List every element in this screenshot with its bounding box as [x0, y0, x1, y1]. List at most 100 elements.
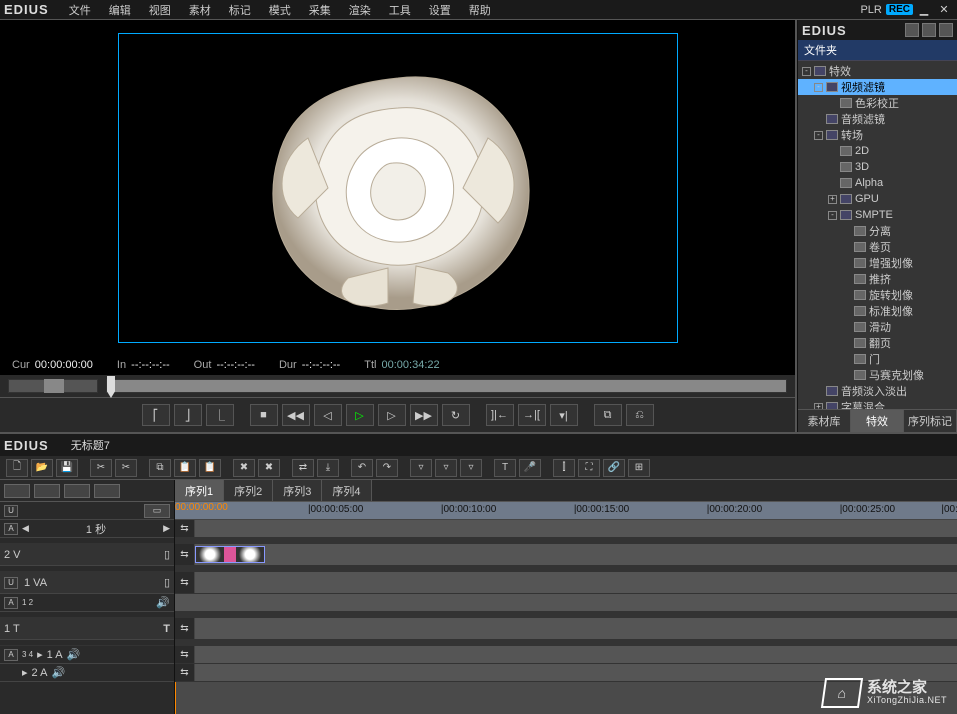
- track-lock-icon[interactable]: ⇆: [175, 664, 195, 681]
- tc-dur[interactable]: --:--:--:--: [302, 359, 340, 371]
- play-button[interactable]: ▷: [346, 404, 374, 426]
- seq-tab-4[interactable]: 序列4: [322, 480, 371, 501]
- set-in-button[interactable]: ⎡: [142, 404, 170, 426]
- menu-tools[interactable]: 工具: [381, 0, 419, 20]
- track-lock-icon[interactable]: ⇆: [175, 646, 195, 663]
- link-button[interactable]: 🔗: [603, 459, 625, 477]
- del-cut-button[interactable]: ✖: [233, 459, 255, 477]
- insert-button[interactable]: ⤓: [317, 459, 339, 477]
- loop-button[interactable]: ↻: [442, 404, 470, 426]
- menu-render[interactable]: 渲染: [341, 0, 379, 20]
- scale-fit-button[interactable]: ▭: [144, 504, 170, 518]
- preview-viewer[interactable]: [0, 20, 795, 355]
- tab-effects[interactable]: 特效: [851, 410, 904, 432]
- tree-item[interactable]: 标准划像: [798, 303, 957, 319]
- playhead-handle[interactable]: [107, 376, 115, 398]
- track-2a-lane[interactable]: ⇆: [175, 664, 957, 682]
- panel-pin-icon[interactable]: [922, 23, 936, 37]
- tree-item[interactable]: 音频滤镜: [798, 111, 957, 127]
- new-button[interactable]: 🗋: [6, 459, 28, 477]
- prev-edit-button[interactable]: ]|←: [486, 404, 514, 426]
- menu-marker[interactable]: 标记: [221, 0, 259, 20]
- menu-clip[interactable]: 素材: [181, 0, 219, 20]
- tree-item[interactable]: -特效: [798, 63, 957, 79]
- stop-button[interactable]: ■: [250, 404, 278, 426]
- tree-item[interactable]: 卷页: [798, 239, 957, 255]
- tree-toggle-icon[interactable]: +: [828, 195, 837, 204]
- panel-layout-icon[interactable]: [905, 23, 919, 37]
- tree-item[interactable]: 翻页: [798, 335, 957, 351]
- clear-inout-button[interactable]: ⎿: [206, 404, 234, 426]
- tree-item[interactable]: 马赛克划像: [798, 367, 957, 383]
- track-tool-4[interactable]: [94, 484, 120, 498]
- marker-t-button[interactable]: ▿: [460, 459, 482, 477]
- minimize-button[interactable]: ▁: [915, 3, 933, 17]
- track-1a-lane[interactable]: ⇆: [175, 646, 957, 664]
- track-2v-header[interactable]: 2 V ▯: [0, 544, 174, 566]
- patch-a12[interactable]: A: [4, 597, 18, 609]
- seq-tab-2[interactable]: 序列2: [224, 480, 273, 501]
- speaker-icon[interactable]: 🔊: [156, 596, 170, 609]
- track-1va-header[interactable]: U 1 VA ▯: [0, 572, 174, 594]
- title-button[interactable]: T: [494, 459, 516, 477]
- patch-u[interactable]: U: [4, 577, 18, 589]
- tree-toggle-icon[interactable]: -: [802, 67, 811, 76]
- tree-item[interactable]: 色彩校正: [798, 95, 957, 111]
- tree-item[interactable]: 滑动: [798, 319, 957, 335]
- zoom-slider[interactable]: [8, 379, 98, 393]
- time-ruler[interactable]: 00:00:00:00 |00:00:05:00 |00:00:10:00 |0…: [175, 502, 957, 520]
- match-frame-button[interactable]: ⧉: [594, 404, 622, 426]
- marker-a-button[interactable]: ▿: [435, 459, 457, 477]
- menu-mode[interactable]: 模式: [261, 0, 299, 20]
- audio-patch-badge[interactable]: A: [4, 523, 18, 535]
- ffwd-button[interactable]: ▶▶: [410, 404, 438, 426]
- tc-out[interactable]: --:--:--:--: [216, 359, 254, 371]
- next-edit-button[interactable]: →|[: [518, 404, 546, 426]
- replace-button[interactable]: ⇄: [292, 459, 314, 477]
- tree-item[interactable]: -SMPTE: [798, 207, 957, 223]
- paste-attr-button[interactable]: 📋: [199, 459, 221, 477]
- tc-ttl[interactable]: 00:00:34:22: [382, 359, 440, 371]
- track-lock-icon[interactable]: ⇆: [175, 544, 195, 565]
- menu-settings[interactable]: 设置: [421, 0, 459, 20]
- goto-marker-button[interactable]: ▾|: [550, 404, 578, 426]
- seq-tab-1[interactable]: 序列1: [175, 480, 224, 501]
- menu-help[interactable]: 帮助: [461, 0, 499, 20]
- del-gap-button[interactable]: ✖: [258, 459, 280, 477]
- scrub-bar[interactable]: [106, 379, 787, 393]
- next-frame-button[interactable]: ▷: [378, 404, 406, 426]
- tree-toggle-icon[interactable]: -: [814, 131, 823, 140]
- tree-item[interactable]: 音频淡入淡出: [798, 383, 957, 399]
- track-1t-header[interactable]: 1 T T: [0, 618, 174, 640]
- tree-item[interactable]: 旋转划像: [798, 287, 957, 303]
- tree-item[interactable]: +字幕混合: [798, 399, 957, 409]
- undo-button[interactable]: ↶: [351, 459, 373, 477]
- track-1t-lane[interactable]: ⇆: [175, 618, 957, 640]
- tree-item[interactable]: 推挤: [798, 271, 957, 287]
- video-clip[interactable]: [195, 546, 265, 563]
- copy-button[interactable]: ⧉: [149, 459, 171, 477]
- tree-item[interactable]: +GPU: [798, 191, 957, 207]
- tree-item[interactable]: -视频滤镜: [798, 79, 957, 95]
- scale-label[interactable]: 1 秒: [33, 521, 159, 537]
- prev-frame-button[interactable]: ◁: [314, 404, 342, 426]
- cut-button[interactable]: ✂: [90, 459, 112, 477]
- track-tool-3[interactable]: [64, 484, 90, 498]
- menu-capture[interactable]: 采集: [301, 0, 339, 20]
- track-tool-1[interactable]: [4, 484, 30, 498]
- tree-item[interactable]: 门: [798, 351, 957, 367]
- menu-file[interactable]: 文件: [61, 0, 99, 20]
- tree-item[interactable]: -转场: [798, 127, 957, 143]
- tree-item[interactable]: 分离: [798, 223, 957, 239]
- patch-a34[interactable]: A: [4, 649, 18, 661]
- marker-v-button[interactable]: ▿: [410, 459, 432, 477]
- tc-in[interactable]: --:--:--:--: [131, 359, 169, 371]
- open-button[interactable]: 📂: [31, 459, 53, 477]
- tab-markers[interactable]: 序列标记: [904, 410, 957, 432]
- normalize-button[interactable]: ⫿: [553, 459, 575, 477]
- tree-item[interactable]: Alpha: [798, 175, 957, 191]
- speaker-icon[interactable]: 🔊: [67, 648, 81, 661]
- audio-tool-button[interactable]: 🎤: [519, 459, 541, 477]
- track-lock-icon[interactable]: ⇆: [175, 572, 195, 593]
- rec-badge[interactable]: REC: [886, 4, 913, 15]
